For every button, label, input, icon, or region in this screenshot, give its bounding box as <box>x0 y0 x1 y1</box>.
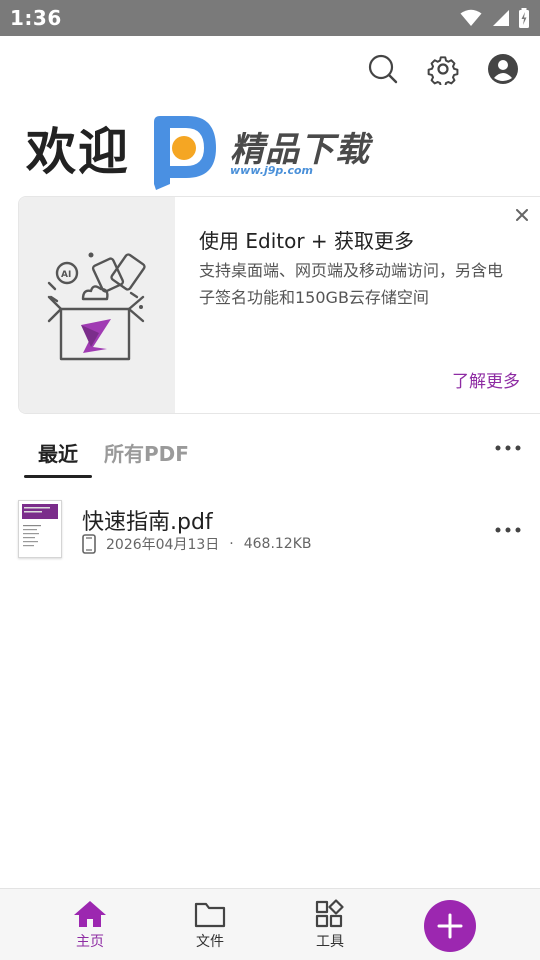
page-title: 欢迎 <box>26 123 130 181</box>
signal-icon <box>493 10 509 26</box>
learn-more-link[interactable]: 了解更多 <box>452 367 520 392</box>
nav-files-label: 文件 <box>196 934 224 950</box>
more-horizontal-icon <box>495 527 521 533</box>
account-button[interactable] <box>484 50 522 88</box>
status-bar: 1:36 <box>0 0 540 36</box>
promo-card[interactable]: AI 使用 Editor + 获取更多 支持桌面端、网页端及移动端访问，另含电子… <box>18 196 540 414</box>
list-item[interactable]: 快速指南.pdf 2026年04月13日 · 468.12KB <box>0 490 540 570</box>
plus-icon <box>437 913 463 939</box>
ai-label: AI <box>61 270 71 280</box>
top-actions <box>364 50 522 88</box>
settings-button[interactable] <box>424 50 462 88</box>
status-time: 1:36 <box>10 6 62 30</box>
status-icons <box>460 6 530 30</box>
gear-icon <box>427 56 459 85</box>
nav-home[interactable]: 主页 <box>50 899 130 951</box>
nav-files[interactable]: 文件 <box>170 899 250 951</box>
promo-description: 支持桌面端、网页端及移动端访问，另含电子签名功能和150GB云存储空间 <box>199 261 504 307</box>
folder-icon <box>194 902 226 928</box>
file-tabs: 最近 所有PDF <box>24 432 524 480</box>
nav-home-label: 主页 <box>76 934 104 950</box>
watermark-logo-icon <box>154 116 216 190</box>
tabs-more-button[interactable] <box>492 436 524 460</box>
watermark: 精品下载 www.j9p.com <box>148 114 388 194</box>
file-meta: 2026年04月13日 · 468.12KB <box>82 534 312 554</box>
phone-icon <box>82 534 96 554</box>
promo-illustration: AI <box>19 197 175 413</box>
file-date: 2026年04月13日 <box>106 537 220 553</box>
home-icon <box>74 901 106 927</box>
wifi-icon <box>460 9 482 26</box>
battery-icon <box>519 8 529 28</box>
file-name: 快速指南.pdf <box>82 510 213 535</box>
watermark-url: www.j9p.com <box>230 164 313 177</box>
nav-tools-label: 工具 <box>316 934 344 950</box>
pdf-thumbnail <box>18 500 62 558</box>
more-horizontal-icon <box>495 445 521 451</box>
nav-tools[interactable]: 工具 <box>290 899 370 951</box>
tab-all-pdf[interactable]: 所有PDF <box>104 438 189 467</box>
gift-box-icon: AI <box>47 252 146 361</box>
file-size: 468.12KB <box>243 536 312 552</box>
tab-recent[interactable]: 最近 <box>24 438 92 467</box>
active-tab-indicator <box>24 475 92 478</box>
promo-title: 使用 Editor + 获取更多 <box>199 229 415 253</box>
add-button[interactable] <box>424 900 476 952</box>
search-button[interactable] <box>364 50 402 88</box>
search-icon <box>368 54 398 84</box>
thumbnail-lines <box>23 507 50 547</box>
bottom-nav: 主页 文件 工具 <box>0 888 540 960</box>
meta-separator: · <box>229 536 234 552</box>
account-icon <box>488 54 518 84</box>
tools-icon <box>315 899 344 928</box>
promo-close-button[interactable] <box>512 205 532 225</box>
file-more-button[interactable] <box>492 518 524 542</box>
close-icon <box>516 209 528 221</box>
